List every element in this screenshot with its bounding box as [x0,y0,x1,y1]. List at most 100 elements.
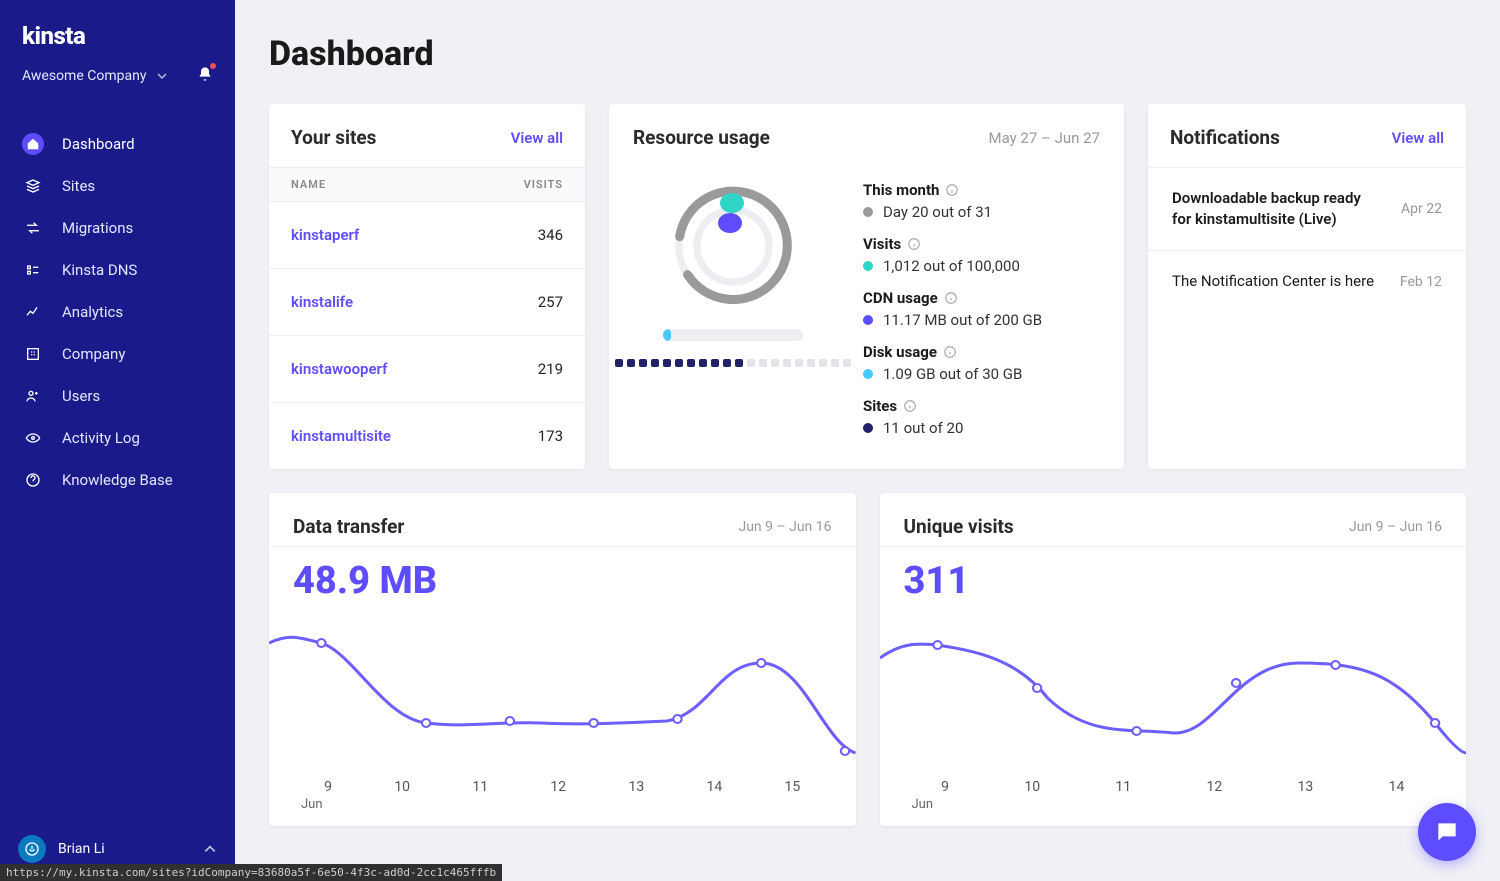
notification-text: The Notification Center is here [1172,271,1374,292]
dot-icon [863,423,873,433]
bell-icon[interactable] [197,66,213,86]
unique-visits-card: Unique visits Jun 9 – Jun 16 311 9101112… [880,493,1467,826]
x-tick: 12 [1206,779,1222,795]
chat-icon [1434,819,1460,845]
chevron-down-icon [156,70,168,82]
help-icon [22,469,44,491]
x-tick: 13 [628,779,644,795]
x-tick: 11 [1115,779,1131,795]
x-axis-labels: 91011121314 [880,773,1467,795]
page-title: Dashboard [269,34,1466,74]
x-tick: 12 [550,779,566,795]
nav-analytics[interactable]: Analytics [12,292,223,332]
notification-dot [210,63,216,69]
info-icon[interactable] [903,399,917,413]
brand-logo: kinsta [0,0,235,60]
x-tick: 9 [941,779,949,795]
notification-item[interactable]: The Notification Center is here Feb 12 [1148,250,1466,312]
chat-button[interactable] [1418,803,1476,861]
table-row: kinstalife 257 [269,269,585,336]
donut-chart-icon [668,181,798,311]
stack-icon [22,175,44,197]
site-link[interactable]: kinstamultisite [291,427,391,445]
card-title: Resource usage [633,126,770,149]
date-range: Jun 9 – Jun 16 [738,519,831,535]
x-axis-labels: 9101112131415 [269,773,856,795]
nav-label: Knowledge Base [62,471,173,489]
nav-dns[interactable]: Kinsta DNS [12,250,223,290]
info-icon[interactable] [944,291,958,305]
dot-icon [863,315,873,325]
info-icon[interactable] [945,183,959,197]
analytics-icon [22,301,44,323]
notifications-card: Notifications View all Downloadable back… [1148,104,1466,469]
site-link[interactable]: kinstalife [291,293,353,311]
card-title: Unique visits [904,515,1014,538]
nav-knowledge[interactable]: Knowledge Base [12,460,223,500]
sidebar: kinsta Awesome Company Dashboard Sites [0,0,235,881]
company-switcher[interactable]: Awesome Company [0,60,235,106]
notification-date: Feb 12 [1400,274,1442,290]
chart-area [880,603,1467,773]
users-icon [22,385,44,407]
nav-users[interactable]: Users [12,376,223,416]
nav-activity[interactable]: Activity Log [12,418,223,458]
site-link[interactable]: kinstawooperf [291,360,387,378]
home-icon [22,133,44,155]
nav-sites[interactable]: Sites [12,166,223,206]
metric-value: 11.17 MB out of 200 GB [883,311,1042,329]
metric-value: 11 out of 20 [883,419,963,437]
company-icon [22,343,44,365]
col-name: NAME [291,178,326,191]
chevron-up-icon [203,842,217,856]
metric-value: 1.09 GB out of 30 GB [883,365,1022,383]
sites-dots-icon [615,359,851,367]
main: Dashboard Your sites View all NAME VISIT… [235,0,1500,881]
view-all-sites[interactable]: View all [511,129,563,147]
dns-icon [22,259,44,281]
usage-visuals [633,181,833,437]
visit-count: 346 [538,226,563,244]
resource-usage-card: Resource usage May 27 – Jun 27 [609,104,1124,469]
x-tick: 15 [785,779,801,795]
nav: Dashboard Sites Migrations Kinsta DNS An… [0,106,235,500]
card-title: Your sites [291,126,376,149]
notification-date: Apr 22 [1401,201,1442,217]
nav-label: Dashboard [62,135,135,153]
table-header: NAME VISITS [269,167,585,202]
your-sites-card: Your sites View all NAME VISITS kinstape… [269,104,585,469]
card-title: Notifications [1170,126,1280,149]
x-tick: 11 [472,779,488,795]
date-range: Jun 9 – Jun 16 [1349,519,1442,535]
metric-this-month: This month Day 20 out of 31 [863,181,1100,221]
user-name: Brian Li [58,841,105,857]
notification-text: Downloadable backup ready for kinstamult… [1172,188,1383,230]
company-name: Awesome Company [22,68,146,84]
month-label: Jun [269,795,856,826]
metric-cdn: CDN usage 11.17 MB out of 200 GB [863,289,1100,329]
nav-label: Analytics [62,303,123,321]
avatar [18,835,46,863]
notification-item[interactable]: Downloadable backup ready for kinstamult… [1148,167,1466,250]
site-link[interactable]: kinstaperf [291,226,359,244]
visit-count: 257 [538,293,563,311]
metric-label: Disk usage [863,343,937,361]
metric-disk: Disk usage 1.09 GB out of 30 GB [863,343,1100,383]
data-transfer-card: Data transfer Jun 9 – Jun 16 48.9 MB 910… [269,493,856,826]
disk-bar-icon [663,329,803,341]
nav-dashboard[interactable]: Dashboard [12,124,223,164]
x-tick: 14 [707,779,723,795]
x-tick: 10 [1024,779,1040,795]
date-range: May 27 – Jun 27 [988,129,1100,147]
view-all-notifications[interactable]: View all [1392,129,1444,147]
nav-migrations[interactable]: Migrations [12,208,223,248]
month-label: Jun [880,795,1467,826]
col-visits: VISITS [524,178,563,191]
nav-company[interactable]: Company [12,334,223,374]
migrate-icon [22,217,44,239]
nav-label: Users [62,387,100,405]
metric-label: This month [863,181,939,199]
info-icon[interactable] [907,237,921,251]
info-icon[interactable] [943,345,957,359]
status-bar-url: https://my.kinsta.com/sites?idCompany=83… [0,864,502,881]
